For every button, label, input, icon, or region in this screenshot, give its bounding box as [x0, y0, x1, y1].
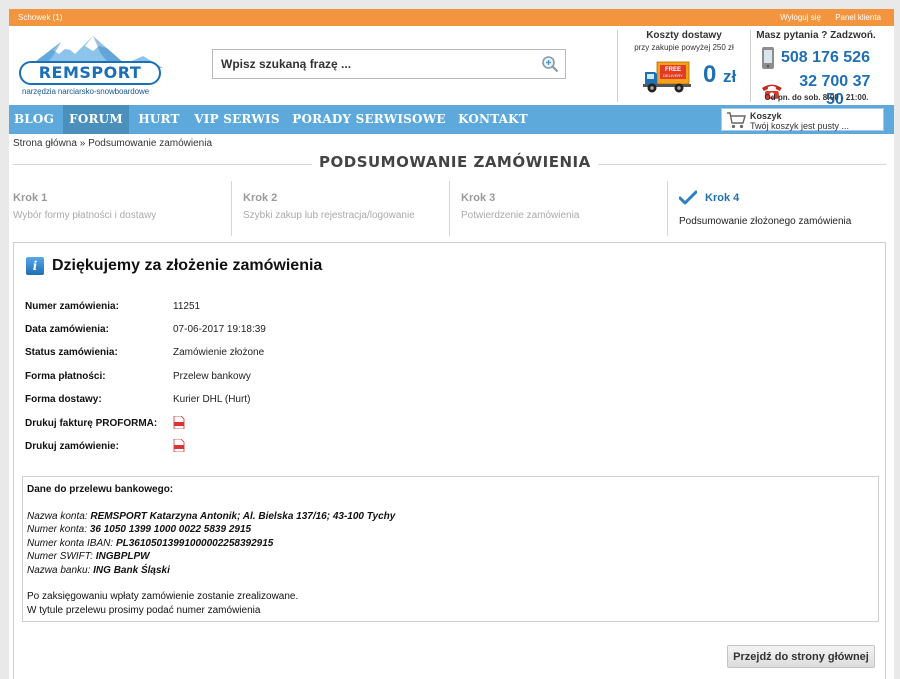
- top-bar: Schowek (1) Wyloguj się Panel klienta: [9, 9, 894, 26]
- logout-link[interactable]: Wyloguj się: [780, 13, 821, 22]
- page-title-bar: PODSUMOWANIE ZAMÓWIENIA: [13, 153, 886, 175]
- order-heading: Dziękujemy za złożenie zamówienia: [52, 257, 323, 274]
- order-summary-box: i Dziękujemy za złożenie zamówienia Nume…: [13, 242, 886, 679]
- delivery-price: 0 zł: [703, 61, 736, 89]
- bank-transfer-details: Dane do przelewu bankowego: Nazwa konta:…: [22, 476, 879, 622]
- order-date-value: 07-06-2017 19:18:39: [173, 324, 266, 335]
- bank-name-label: Nazwa banku:: [27, 564, 91, 576]
- clipboard-link[interactable]: Schowek (1): [18, 13, 62, 22]
- bank-note-2: W tytule przelewu prosimy podać numer za…: [27, 604, 261, 616]
- info-icon: i: [26, 257, 44, 275]
- bank-owner-label: Nazwa konta:: [27, 510, 88, 522]
- step-3-number: Krok 3: [461, 192, 496, 204]
- bank-note-1: Po zaksięgowaniu wpłaty zamówienie zosta…: [27, 591, 299, 602]
- free-delivery-truck-icon: FREE DELIVERY: [643, 61, 691, 93]
- step-4: Krok 4 Podsumowanie złożonego zamówienia: [667, 181, 886, 236]
- bank-account-label: Numer konta:: [27, 524, 88, 535]
- delivery-title: Koszty dostawy: [646, 30, 722, 41]
- print-order-label: Drukuj zamówienie:: [25, 441, 119, 452]
- search-icon[interactable]: [541, 55, 559, 73]
- logo-tagline: narzędzia narciarsko-snowboardowe: [22, 87, 149, 96]
- breadcrumb-home-link[interactable]: Strona główna: [13, 138, 77, 149]
- bank-iban-value: PL36105013991000002258392915: [115, 537, 274, 549]
- order-status-value: Zamówienie złożone: [173, 347, 265, 358]
- search-input[interactable]: [213, 50, 523, 78]
- pdf-icon[interactable]: [173, 416, 185, 429]
- step-2: Krok 2 Szybki zakup lub rejestracja/logo…: [231, 181, 449, 236]
- bank-swift-row: Numer SWIFT: INGBPLPW: [27, 550, 878, 564]
- order-number-label: Numer zamówienia:: [25, 301, 119, 312]
- bank-swift-value: INGBPLPW: [95, 551, 150, 562]
- bank-details-title: Dane do przelewu bankowego:: [27, 484, 174, 495]
- order-status-label: Status zamówienia:: [25, 347, 118, 358]
- checkout-steps: Krok 1 Wybór formy płatności i dostawy K…: [13, 181, 886, 236]
- svg-text:DELIVERY: DELIVERY: [663, 73, 683, 78]
- delivery-currency: zł: [723, 67, 737, 86]
- breadcrumb-current: Podsumowanie zamówienia: [88, 138, 213, 149]
- bank-name-value: ING Bank Śląski: [93, 564, 170, 576]
- search-box: [212, 49, 566, 79]
- delivery-method-value: Kurier DHL (Hurt): [173, 394, 251, 405]
- bank-owner-value: REMSPORT Katarzyna Antonik; Al. Bielska …: [90, 510, 396, 522]
- bank-iban-row: Numer konta IBAN: PL36105013991000002258…: [27, 537, 878, 551]
- page: Schowek (1) Wyloguj się Panel klienta RE…: [9, 9, 894, 679]
- phone-number[interactable]: 32 700 37 50: [789, 73, 881, 109]
- main-nav: Blog Forum Hurt VIP Serwis Porady serwis…: [9, 105, 894, 134]
- cart-title: Koszyk: [750, 111, 782, 121]
- payment-method-label: Forma płatności:: [25, 371, 106, 382]
- cart-status: Twój koszyk jest pusty ...: [750, 121, 850, 131]
- bank-name-row: Nazwa banku: ING Bank Śląski: [27, 564, 878, 578]
- step-4-number: Krok 4: [705, 192, 740, 204]
- order-number-value: 11251: [173, 301, 201, 312]
- contact-hours: Od pn. do sob. 8:00 - 21:00.: [764, 93, 869, 102]
- breadcrumb: Strona główna » Podsumowanie zamówienia: [13, 138, 212, 149]
- step-1: Krok 1 Wybór formy płatności i dostawy: [13, 181, 231, 236]
- step-2-number: Krok 2: [243, 192, 278, 204]
- breadcrumb-separator: »: [76, 138, 89, 149]
- order-date-label: Data zamówienia:: [25, 324, 109, 335]
- bank-swift-label: Numer SWIFT:: [27, 551, 93, 562]
- nav-item-vip-serwis[interactable]: VIP Serwis: [189, 105, 285, 134]
- checkmark-icon: [679, 190, 697, 205]
- step-2-desc: Szybki zakup lub rejestracja/logowanie: [243, 210, 415, 221]
- payment-method-value: Przelew bankowy: [173, 371, 251, 382]
- client-panel-link[interactable]: Panel klienta: [835, 13, 881, 22]
- step-1-number: Krok 1: [13, 192, 48, 204]
- bank-account-value: 36 1050 1399 1000 0022 5839 2915: [89, 524, 252, 535]
- delivery-info: Koszty dostawy przy zakupie powyżej 250 …: [617, 30, 750, 102]
- step-3: Krok 3 Potwierdzenie zamówienia: [449, 181, 667, 236]
- page-title: PODSUMOWANIE ZAMÓWIENIA: [312, 153, 598, 171]
- delivery-method-label: Forma dostawy:: [25, 394, 102, 405]
- contact-title: Masz pytania ? Zadzwoń.: [756, 30, 876, 41]
- logo[interactable]: REMSPORT narzędzia narciarsko-snowboardo…: [13, 34, 168, 96]
- nav-item-hurt[interactable]: Hurt: [133, 105, 185, 134]
- mobile-phone-icon: [762, 47, 774, 69]
- delivery-price-value: 0: [703, 61, 717, 88]
- top-bar-links: Wyloguj się Panel klienta: [768, 13, 881, 22]
- nav-item-kontakt[interactable]: Kontakt: [455, 105, 531, 134]
- mobile-row: 508 176 526: [761, 47, 870, 69]
- step-1-desc: Wybór formy płatności i dostawy: [13, 210, 157, 221]
- cart-widget[interactable]: Koszyk Twój koszyk jest pusty ...: [721, 108, 884, 131]
- shopping-cart-icon: [727, 112, 746, 129]
- step-3-desc: Potwierdzenie zamówienia: [461, 210, 580, 221]
- phone-row: 32 700 37 50: [761, 73, 881, 109]
- bank-owner-row: Nazwa konta: REMSPORT Katarzyna Antonik;…: [27, 510, 878, 524]
- nav-item-forum[interactable]: Forum: [63, 105, 129, 134]
- go-home-button[interactable]: Przejdź do strony głównej: [727, 645, 875, 668]
- print-invoice-label: Drukuj fakturę PROFORMA:: [25, 418, 158, 429]
- bank-iban-label: Numer konta IBAN:: [27, 537, 114, 549]
- nav-item-blog[interactable]: Blog: [9, 105, 59, 134]
- nav-item-porady-serwisowe[interactable]: Porady serwisowe: [291, 105, 447, 134]
- logo-wordmark: REMSPORT: [19, 61, 161, 85]
- contact-info: Masz pytania ? Zadzwoń. 508 176 526 32 7…: [750, 30, 881, 108]
- step-4-desc: Podsumowanie złożonego zamówienia: [679, 216, 852, 227]
- pdf-icon[interactable]: [173, 439, 185, 452]
- bank-account-row: Numer konta: 36 1050 1399 1000 0022 5839…: [27, 523, 878, 537]
- mobile-number[interactable]: 508 176 526: [781, 49, 870, 67]
- header: REMSPORT narzędzia narciarsko-snowboardo…: [9, 26, 894, 108]
- delivery-subtitle: przy zakupie powyżej 250 zł: [634, 43, 734, 52]
